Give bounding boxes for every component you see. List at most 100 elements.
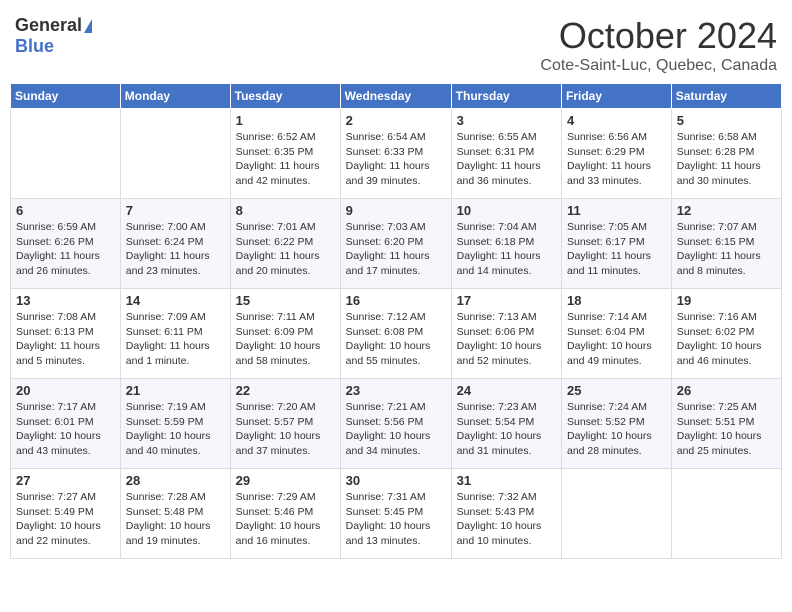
calendar-cell: 8 Sunrise: 7:01 AMSunset: 6:22 PMDaylight… (230, 199, 340, 289)
day-number: 20 (16, 383, 115, 398)
day-number: 31 (457, 473, 556, 488)
calendar-cell: 21Sunrise: 7:19 AMSunset: 5:59 PMDayligh… (120, 379, 230, 469)
day-number: 2 (346, 113, 446, 128)
day-number: 22 (236, 383, 335, 398)
day-header-saturday: Saturday (671, 84, 781, 109)
day-number: 30 (346, 473, 446, 488)
day-info: Sunrise: 7:01 AMSunset: 6:22 PMDaylight:… (236, 220, 335, 279)
day-number: 17 (457, 293, 556, 308)
day-number: 21 (126, 383, 225, 398)
day-info: Sunrise: 7:17 AMSunset: 6:01 PMDaylight:… (16, 400, 115, 459)
day-info: Sunrise: 7:20 AMSunset: 5:57 PMDaylight:… (236, 400, 335, 459)
calendar-cell: 14 Sunrise: 7:09 AMSunset: 6:11 PMDayligh… (120, 289, 230, 379)
calendar-cell: 10Sunrise: 7:04 AMSunset: 6:18 PMDayligh… (451, 199, 561, 289)
calendar-cell (120, 109, 230, 199)
day-info: Sunrise: 6:58 AMSunset: 6:28 PMDaylight:… (677, 130, 776, 189)
day-info: Sunrise: 6:56 AMSunset: 6:29 PMDaylight:… (567, 130, 666, 189)
calendar-cell: 29 Sunrise: 7:29 AMSunset: 5:46 PMDayligh… (230, 469, 340, 559)
day-number: 7 (126, 203, 225, 218)
day-info: Sunrise: 7:07 AMSunset: 6:15 PMDaylight:… (677, 220, 776, 279)
day-info: Sunrise: 7:09 AMSunset: 6:11 PMDaylight:… (126, 310, 225, 369)
day-number: 18 (567, 293, 666, 308)
calendar-week-row: 27 Sunrise: 7:27 AMSunset: 5:49 PMDayligh… (11, 469, 782, 559)
calendar-cell: 18Sunrise: 7:14 AMSunset: 6:04 PMDayligh… (562, 289, 672, 379)
day-number: 16 (346, 293, 446, 308)
logo-general-text: General (15, 15, 82, 36)
calendar-week-row: 6 Sunrise: 6:59 AMSunset: 6:26 PMDaylight… (11, 199, 782, 289)
logo: General Blue (15, 15, 92, 57)
day-number: 12 (677, 203, 776, 218)
day-info: Sunrise: 7:24 AMSunset: 5:52 PMDaylight:… (567, 400, 666, 459)
calendar-cell: 28 Sunrise: 7:28 AMSunset: 5:48 PMDayligh… (120, 469, 230, 559)
day-number: 24 (457, 383, 556, 398)
calendar-cell (11, 109, 121, 199)
day-info: Sunrise: 7:08 AMSunset: 6:13 PMDaylight:… (16, 310, 115, 369)
day-number: 11 (567, 203, 666, 218)
calendar-cell: 25 Sunrise: 7:24 AMSunset: 5:52 PMDayligh… (562, 379, 672, 469)
calendar-cell: 19Sunrise: 7:16 AMSunset: 6:02 PMDayligh… (671, 289, 781, 379)
logo-blue-text: Blue (15, 36, 54, 57)
calendar-cell: 7 Sunrise: 7:00 AMSunset: 6:24 PMDaylight… (120, 199, 230, 289)
day-info: Sunrise: 7:05 AMSunset: 6:17 PMDaylight:… (567, 220, 666, 279)
day-info: Sunrise: 7:28 AMSunset: 5:48 PMDaylight:… (126, 490, 225, 549)
day-header-tuesday: Tuesday (230, 84, 340, 109)
day-number: 23 (346, 383, 446, 398)
day-number: 15 (236, 293, 335, 308)
calendar-cell: 20 Sunrise: 7:17 AMSunset: 6:01 PMDayligh… (11, 379, 121, 469)
calendar-cell: 5 Sunrise: 6:58 AMSunset: 6:28 PMDaylight… (671, 109, 781, 199)
day-header-monday: Monday (120, 84, 230, 109)
day-info: Sunrise: 7:29 AMSunset: 5:46 PMDaylight:… (236, 490, 335, 549)
day-info: Sunrise: 6:59 AMSunset: 6:26 PMDaylight:… (16, 220, 115, 279)
day-number: 10 (457, 203, 556, 218)
day-number: 25 (567, 383, 666, 398)
day-number: 1 (236, 113, 335, 128)
day-number: 6 (16, 203, 115, 218)
day-number: 19 (677, 293, 776, 308)
calendar-cell: 26Sunrise: 7:25 AMSunset: 5:51 PMDayligh… (671, 379, 781, 469)
day-info: Sunrise: 7:27 AMSunset: 5:49 PMDaylight:… (16, 490, 115, 549)
day-info: Sunrise: 7:23 AMSunset: 5:54 PMDaylight:… (457, 400, 556, 459)
day-info: Sunrise: 7:03 AMSunset: 6:20 PMDaylight:… (346, 220, 446, 279)
calendar-cell: 23 Sunrise: 7:21 AMSunset: 5:56 PMDayligh… (340, 379, 451, 469)
calendar-cell: 2 Sunrise: 6:54 AMSunset: 6:33 PMDaylight… (340, 109, 451, 199)
calendar-cell: 12 Sunrise: 7:07 AMSunset: 6:15 PMDayligh… (671, 199, 781, 289)
day-info: Sunrise: 7:13 AMSunset: 6:06 PMDaylight:… (457, 310, 556, 369)
logo-triangle-icon (84, 19, 92, 33)
page-header: General Blue October 2024 Cote-Saint-Luc… (10, 10, 782, 75)
location-subtitle: Cote-Saint-Luc, Quebec, Canada (540, 57, 777, 75)
calendar-cell: 1 Sunrise: 6:52 AMSunset: 6:35 PMDaylight… (230, 109, 340, 199)
day-number: 5 (677, 113, 776, 128)
calendar-cell: 11 Sunrise: 7:05 AMSunset: 6:17 PMDayligh… (562, 199, 672, 289)
day-number: 29 (236, 473, 335, 488)
calendar-week-row: 13 Sunrise: 7:08 AMSunset: 6:13 PMDayligh… (11, 289, 782, 379)
day-number: 4 (567, 113, 666, 128)
month-title: October 2024 (540, 15, 777, 57)
calendar-cell: 9Sunrise: 7:03 AMSunset: 6:20 PMDaylight… (340, 199, 451, 289)
day-info: Sunrise: 7:00 AMSunset: 6:24 PMDaylight:… (126, 220, 225, 279)
day-number: 28 (126, 473, 225, 488)
day-info: Sunrise: 6:55 AMSunset: 6:31 PMDaylight:… (457, 130, 556, 189)
day-number: 14 (126, 293, 225, 308)
calendar-cell (562, 469, 672, 559)
day-info: Sunrise: 7:25 AMSunset: 5:51 PMDaylight:… (677, 400, 776, 459)
day-number: 13 (16, 293, 115, 308)
calendar-cell: 16 Sunrise: 7:12 AMSunset: 6:08 PMDayligh… (340, 289, 451, 379)
calendar-cell: 13 Sunrise: 7:08 AMSunset: 6:13 PMDayligh… (11, 289, 121, 379)
day-info: Sunrise: 7:21 AMSunset: 5:56 PMDaylight:… (346, 400, 446, 459)
calendar-cell: 27 Sunrise: 7:27 AMSunset: 5:49 PMDayligh… (11, 469, 121, 559)
day-info: Sunrise: 6:54 AMSunset: 6:33 PMDaylight:… (346, 130, 446, 189)
calendar-header-row: SundayMondayTuesdayWednesdayThursdayFrid… (11, 84, 782, 109)
day-header-friday: Friday (562, 84, 672, 109)
calendar-week-row: 20 Sunrise: 7:17 AMSunset: 6:01 PMDayligh… (11, 379, 782, 469)
calendar-cell: 30 Sunrise: 7:31 AMSunset: 5:45 PMDayligh… (340, 469, 451, 559)
day-number: 8 (236, 203, 335, 218)
calendar-table: SundayMondayTuesdayWednesdayThursdayFrid… (10, 83, 782, 559)
day-header-sunday: Sunday (11, 84, 121, 109)
day-info: Sunrise: 7:12 AMSunset: 6:08 PMDaylight:… (346, 310, 446, 369)
calendar-cell: 17 Sunrise: 7:13 AMSunset: 6:06 PMDayligh… (451, 289, 561, 379)
day-number: 27 (16, 473, 115, 488)
day-info: Sunrise: 7:31 AMSunset: 5:45 PMDaylight:… (346, 490, 446, 549)
calendar-cell: 3Sunrise: 6:55 AMSunset: 6:31 PMDaylight… (451, 109, 561, 199)
day-header-thursday: Thursday (451, 84, 561, 109)
day-info: Sunrise: 6:52 AMSunset: 6:35 PMDaylight:… (236, 130, 335, 189)
